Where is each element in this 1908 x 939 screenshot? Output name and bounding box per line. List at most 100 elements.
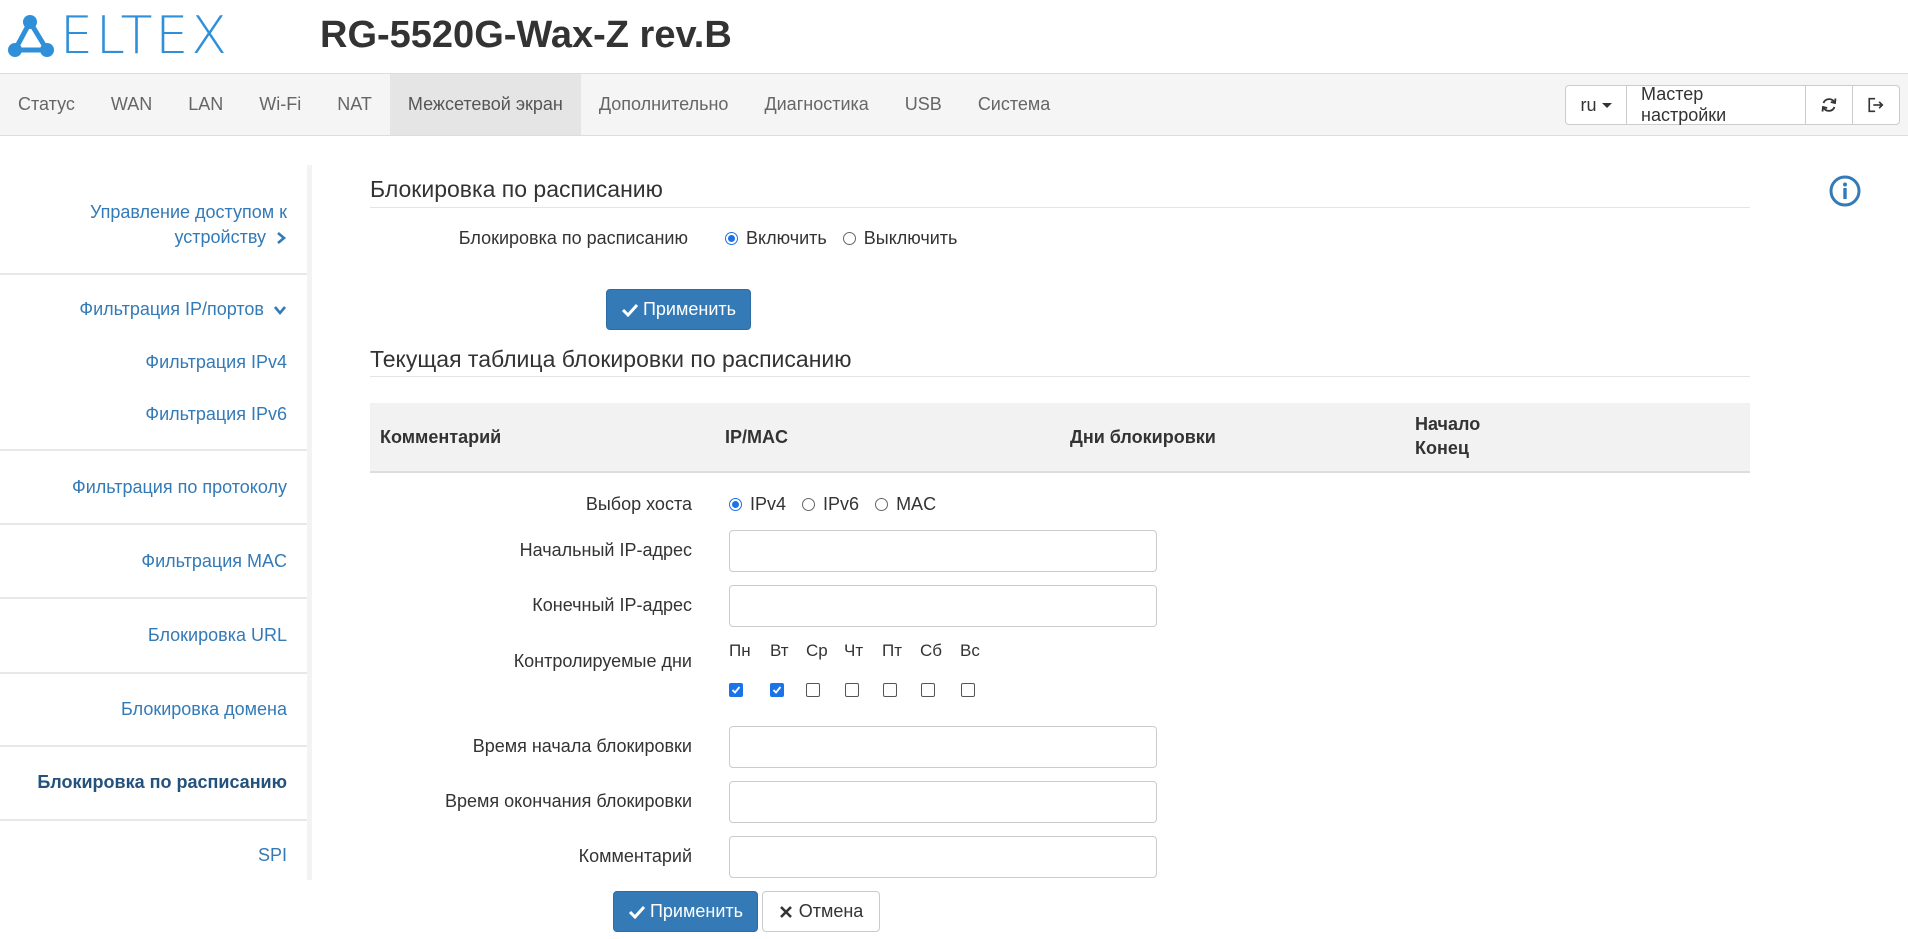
sidebar-item-spi[interactable]: SPI	[258, 843, 287, 868]
refresh-button[interactable]	[1805, 85, 1853, 125]
sidebar-divider	[0, 273, 307, 275]
end-ip-label: Конечный IP-адрес	[532, 595, 692, 615]
chevron-down-icon	[274, 306, 286, 316]
column-ip-mac: IP/MAC	[725, 427, 788, 447]
day-sat-checkbox[interactable]	[921, 683, 935, 697]
sidebar-item-ipv4-filter[interactable]: Фильтрация IPv4	[145, 350, 287, 375]
day-fri-label: Пт	[882, 641, 903, 660]
host-ipv6-option[interactable]: IPv6	[802, 494, 859, 515]
form-apply-button[interactable]: Применить	[613, 891, 758, 932]
cancel-button[interactable]: Отмена	[762, 891, 880, 932]
schedule-block-radio-group: Включить Выключить	[725, 228, 973, 249]
nav-item-usb[interactable]: USB	[887, 74, 960, 135]
day-sun-checkbox[interactable]	[961, 683, 975, 697]
sidebar-item-access-control[interactable]: Управление доступом к устройству	[57, 200, 287, 250]
nav-item-lan[interactable]: LAN	[170, 74, 241, 135]
day-tue-checkbox[interactable]	[770, 683, 784, 697]
host-ipv4-radio[interactable]	[729, 498, 742, 511]
day-wed-label: Ср	[806, 641, 828, 660]
check-icon	[772, 686, 782, 694]
comment-input[interactable]	[729, 836, 1157, 878]
start-ip-input[interactable]	[729, 530, 1157, 572]
sidebar-item-url-block[interactable]: Блокировка URL	[148, 623, 287, 648]
disable-radio[interactable]	[842, 232, 856, 245]
nav-item-advanced[interactable]: Дополнительно	[581, 74, 747, 135]
start-time-label: Время начала блокировки	[472, 736, 692, 756]
header: ELTEX RG-5520G-Wax-Z rev.B	[0, 0, 1908, 73]
nav-item-system[interactable]: Система	[960, 74, 1069, 135]
host-ipv4-option[interactable]: IPv4	[729, 494, 786, 515]
nav-item-status[interactable]: Статус	[0, 74, 93, 135]
sidebar-item-label: Управление доступом к устройству	[89, 202, 287, 247]
section-divider	[370, 207, 1750, 208]
sidebar-item-mac-filter[interactable]: Фильтрация MAC	[141, 549, 287, 574]
refresh-icon	[1821, 98, 1837, 112]
cancel-label: Отмена	[798, 901, 864, 921]
schedule-block-section-title: Блокировка по расписанию	[370, 176, 663, 202]
day-thu-checkbox[interactable]	[845, 683, 859, 697]
days-label: Контролируемые дни	[513, 651, 692, 671]
logo-mark-icon	[8, 15, 54, 57]
logout-button[interactable]	[1852, 85, 1900, 125]
host-radio-group: IPv4 IPv6 MAC	[729, 494, 952, 515]
apply-button[interactable]: Применить	[606, 289, 751, 330]
host-ipv4-label: IPv4	[750, 494, 787, 514]
column-end: Конец	[1415, 438, 1469, 458]
disable-option[interactable]: Выключить	[842, 228, 958, 249]
sidebar-item-ipv6-filter[interactable]: Фильтрация IPv6	[145, 402, 287, 427]
host-ipv6-radio[interactable]	[802, 498, 816, 511]
check-icon	[621, 303, 639, 317]
end-ip-input[interactable]	[729, 585, 1157, 627]
language-dropdown[interactable]: ru	[1565, 85, 1627, 125]
enable-label: Включить	[746, 228, 827, 248]
column-start: Начало	[1415, 414, 1481, 434]
day-sun-label: Вс	[960, 641, 980, 660]
logo-text: ELTEX	[60, 6, 230, 66]
apply-button-label: Применить	[642, 299, 736, 319]
sidebar-divider	[0, 597, 307, 599]
column-comment: Комментарий	[380, 427, 502, 447]
disable-label: Выключить	[863, 228, 958, 248]
info-icon[interactable]	[1829, 175, 1861, 207]
day-tue-label: Вт	[770, 641, 789, 660]
day-wed-checkbox[interactable]	[806, 683, 820, 697]
form-apply-label: Применить	[649, 901, 743, 921]
nav-item-wifi[interactable]: Wi-Fi	[241, 74, 319, 135]
sidebar-divider	[0, 449, 307, 451]
day-fri-checkbox[interactable]	[883, 683, 897, 697]
check-icon	[628, 905, 646, 919]
host-mac-radio[interactable]	[875, 498, 889, 511]
nav-item-diagnostics[interactable]: Диагностика	[746, 74, 886, 135]
nav-item-firewall[interactable]: Межсетевой экран	[389, 74, 581, 135]
section-divider	[370, 376, 1750, 377]
nav-item-nat[interactable]: NAT	[319, 74, 390, 135]
setup-wizard-button[interactable]: Мастер настройки	[1626, 84, 1806, 125]
device-title: RG-5520G-Wax-Z rev.B	[320, 14, 732, 56]
check-icon	[731, 686, 741, 694]
nav-item-wan[interactable]: WAN	[93, 74, 170, 135]
day-thu-label: Чт	[844, 641, 864, 660]
day-mon-label: Пн	[729, 641, 751, 660]
schedule-table-header: Комментарий IP/MAC Дни блокировки Начало…	[370, 403, 1750, 473]
chevron-right-icon	[277, 232, 287, 245]
enable-radio[interactable]	[725, 232, 738, 245]
logout-icon	[1868, 97, 1884, 113]
enable-option[interactable]: Включить	[725, 228, 827, 249]
eltex-logo[interactable]: ELTEX	[6, 10, 230, 62]
sidebar-item-ip-port-filter[interactable]: Фильтрация IP/портов	[79, 297, 287, 322]
sidebar-divider	[0, 523, 307, 525]
start-time-input[interactable]	[729, 726, 1157, 768]
sidebar-item-schedule-block[interactable]: Блокировка по расписанию	[37, 770, 287, 795]
end-time-input[interactable]	[729, 781, 1157, 823]
host-ipv6-label: IPv6	[823, 494, 860, 514]
day-sat-label: Сб	[920, 641, 943, 660]
sidebar: Управление доступом к устройству Фильтра…	[0, 165, 312, 880]
day-mon-checkbox[interactable]	[729, 683, 743, 697]
sidebar-item-protocol-filter[interactable]: Фильтрация по протоколу	[72, 475, 287, 500]
host-select-label: Выбор хоста	[585, 494, 692, 514]
top-navbar: Статус WAN LAN Wi-Fi NAT Межсетевой экра…	[0, 73, 1908, 136]
language-value: ru	[1580, 94, 1597, 115]
host-mac-option[interactable]: MAC	[875, 494, 936, 515]
sidebar-item-domain-block[interactable]: Блокировка домена	[121, 697, 287, 722]
start-ip-label: Начальный IP-адрес	[519, 540, 692, 560]
